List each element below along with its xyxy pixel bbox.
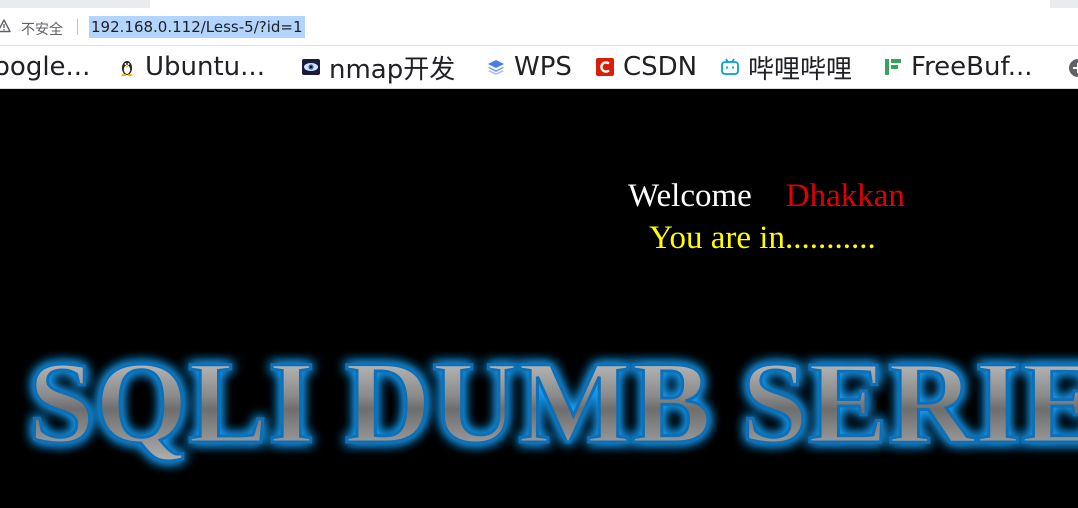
bookmark-wps[interactable]: WPS [487, 50, 572, 84]
bookmark-label: FreeBuf... [911, 52, 1033, 82]
bookmark-label: oogle... [0, 52, 91, 82]
bookmark-nmap[interactable]: nmap开发 [302, 50, 456, 85]
welcome-line: Welcome Dhakkan [628, 178, 905, 215]
bookmark-label: nmap开发 [329, 54, 456, 85]
other-bookmark-icon[interactable] [1068, 58, 1078, 78]
banner-image: SQLI DUMB SERIES [27, 336, 1078, 470]
username-label: Dhakkan [785, 178, 905, 214]
warning-triangle-icon[interactable] [0, 19, 11, 33]
sqli-banner: SQLI DUMB SERIES [0, 330, 1078, 480]
bookmark-ubuntu[interactable]: Ubuntu... [118, 50, 265, 84]
banner-text: SQLI DUMB SERIES [28, 337, 1078, 468]
wps-layers-icon [488, 60, 504, 75]
welcome-label: Welcome [628, 178, 752, 214]
separator [77, 19, 78, 35]
freebuf-icon [885, 59, 901, 75]
not-secure-label[interactable]: 不安全 [21, 19, 63, 39]
url-text[interactable]: 192.168.0.112/Less-5/?id=1 [89, 16, 305, 38]
bookmark-label: 哔哩哔哩 [748, 54, 853, 85]
bookmark-label: WPS [514, 52, 572, 82]
bilibili-tv-icon [721, 58, 739, 75]
bookmark-freebuf[interactable]: FreeBuf... [884, 50, 1033, 84]
tux-penguin-icon [121, 61, 133, 76]
omnibox[interactable]: 不安全 192.168.0.112/Less-5/?id=1 [0, 10, 1078, 43]
nmap-eye-icon [302, 59, 320, 75]
bookmark-label: Ubuntu... [145, 52, 265, 82]
tab-strip [0, 0, 1078, 9]
bookmark-bilibili[interactable]: 哔哩哔哩 [721, 50, 853, 85]
bookmark-google[interactable]: oogle... [0, 50, 90, 84]
login-status-text: You are in........... [649, 220, 876, 256]
bookmark-label: CSDN [623, 52, 698, 82]
bookmark-csdn[interactable]: CSDN [596, 50, 697, 84]
csdn-icon [596, 58, 614, 76]
address-bar: 不安全 192.168.0.112/Less-5/?id=1 [0, 8, 1078, 46]
bookmarks-bar: oogle... Ubuntu... nmap开发 WPS CSDN 哔哩哔哩 … [0, 46, 1078, 89]
